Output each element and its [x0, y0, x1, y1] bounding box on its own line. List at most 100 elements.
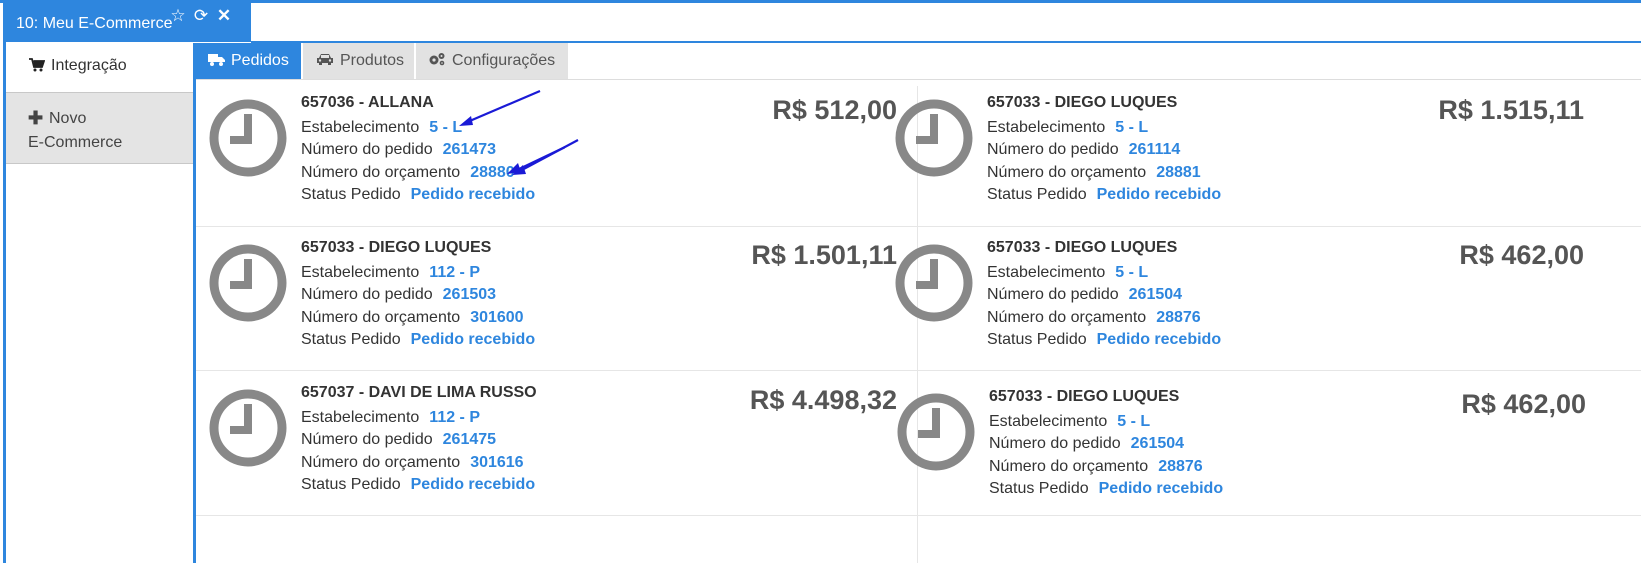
- order-numero-pedido: Número do pedido 261475: [301, 431, 496, 449]
- estabelecimento-value[interactable]: 5 - L: [1115, 119, 1148, 136]
- orcamento-value[interactable]: 28881: [1156, 164, 1201, 181]
- order-title: 657033 - DIEGO LUQUES: [987, 239, 1178, 256]
- field-label: Número do orçamento: [301, 309, 461, 326]
- order-status: Status Pedido Pedido recebido: [989, 480, 1223, 498]
- field-label: Status Pedido: [987, 186, 1087, 203]
- field-label: Status Pedido: [301, 331, 401, 348]
- order-card[interactable]: 657036 - ALLANA Estabelecimento 5 - L Núm…: [196, 80, 916, 230]
- orcamento-value[interactable]: 301616: [470, 454, 523, 471]
- estabelecimento-value[interactable]: 112 - P: [429, 409, 480, 426]
- order-numero-orcamento: Número do orçamento 301616: [301, 454, 524, 472]
- order-numero-pedido: Número do pedido 261503: [301, 286, 496, 304]
- car-icon: [316, 53, 334, 70]
- pedido-value[interactable]: 261504: [1129, 286, 1182, 303]
- order-title: 657037 - DAVI DE LIMA RUSSO: [301, 384, 537, 401]
- gears-icon: [428, 52, 446, 70]
- field-label: Estabelecimento: [987, 264, 1106, 281]
- estabelecimento-value[interactable]: 112 - P: [429, 264, 480, 281]
- field-label: Status Pedido: [301, 476, 401, 493]
- field-label: Número do pedido: [989, 435, 1121, 452]
- tab-label: Configurações: [452, 52, 556, 69]
- sidebar-item-label: E-Commerce: [28, 134, 123, 151]
- field-label: Número do orçamento: [989, 458, 1149, 475]
- tab-produtos[interactable]: Produtos: [303, 43, 414, 79]
- order-status: Status Pedido Pedido recebido: [301, 476, 535, 494]
- estabelecimento-value[interactable]: 5 - L: [1115, 264, 1148, 281]
- status-value[interactable]: Pedido recebido: [411, 186, 535, 203]
- order-estabelecimento: Estabelecimento 5 - L: [989, 413, 1150, 431]
- star-icon[interactable]: ☆: [168, 6, 188, 26]
- field-label: Número do orçamento: [301, 454, 461, 471]
- field-label: Número do pedido: [987, 141, 1119, 158]
- clock-icon: [209, 244, 287, 322]
- order-price: R$ 1.501,11: [751, 240, 897, 270]
- tab-bar: Pedidos Produtos Configurações: [196, 43, 1641, 80]
- field-label: Status Pedido: [989, 480, 1089, 497]
- orcamento-value[interactable]: 28880: [470, 164, 515, 181]
- pedido-value[interactable]: 261503: [443, 286, 496, 303]
- order-estabelecimento: Estabelecimento 112 - P: [301, 409, 480, 427]
- clock-icon: [897, 393, 975, 471]
- order-numero-pedido: Número do pedido 261504: [989, 435, 1184, 453]
- order-card[interactable]: 657033 - DIEGO LUQUES Estabelecimento 5 -…: [884, 374, 1604, 524]
- sidebar-item-novo-ecommerce[interactable]: ✚ Novo E-Commerce: [6, 92, 193, 164]
- order-price: R$ 4.498,32: [749, 385, 897, 415]
- order-numero-pedido: Número do pedido 261114: [987, 141, 1180, 159]
- close-icon[interactable]: ✕: [214, 6, 234, 26]
- order-numero-pedido: Número do pedido 261473: [301, 141, 496, 159]
- order-card[interactable]: 657033 - DIEGO LUQUES Estabelecimento 5 -…: [882, 225, 1602, 375]
- order-card[interactable]: 657033 - DIEGO LUQUES Estabelecimento 112…: [196, 225, 916, 375]
- order-status: Status Pedido Pedido recebido: [987, 186, 1221, 204]
- status-value[interactable]: Pedido recebido: [411, 476, 535, 493]
- cart-icon: [29, 58, 46, 76]
- field-label: Número do orçamento: [301, 164, 461, 181]
- pedido-value[interactable]: 261475: [443, 431, 496, 448]
- order-estabelecimento: Estabelecimento 112 - P: [301, 264, 480, 282]
- window-tab[interactable]: 10: Meu E-Commerce ☆ ⟳ ✕: [3, 3, 251, 42]
- field-label: Número do pedido: [987, 286, 1119, 303]
- field-label: Status Pedido: [987, 331, 1087, 348]
- order-card[interactable]: 657037 - DAVI DE LIMA RUSSO Estabelecime…: [196, 370, 916, 520]
- order-title: 657033 - DIEGO LUQUES: [301, 239, 492, 256]
- order-numero-pedido: Número do pedido 261504: [987, 286, 1182, 304]
- field-label: Estabelecimento: [987, 119, 1106, 136]
- order-estabelecimento: Estabelecimento 5 - L: [987, 119, 1148, 137]
- status-value[interactable]: Pedido recebido: [1099, 480, 1223, 497]
- estabelecimento-value[interactable]: 5 - L: [429, 119, 462, 136]
- tab-pedidos[interactable]: Pedidos: [196, 43, 301, 79]
- pedido-value[interactable]: 261473: [443, 141, 496, 158]
- field-label: Número do pedido: [301, 286, 433, 303]
- order-price: R$ 1.515,11: [1438, 95, 1584, 125]
- field-label: Estabelecimento: [301, 409, 420, 426]
- app-frame: 10: Meu E-Commerce ☆ ⟳ ✕ Integração ✚ No…: [0, 0, 1641, 563]
- order-status: Status Pedido Pedido recebido: [987, 331, 1221, 349]
- pedido-value[interactable]: 261504: [1131, 435, 1184, 452]
- orcamento-value[interactable]: 28876: [1158, 458, 1203, 475]
- orcamento-value[interactable]: 301600: [470, 309, 523, 326]
- field-label: Estabelecimento: [301, 264, 420, 281]
- order-price: R$ 462,00: [1461, 389, 1586, 419]
- order-title: 657033 - DIEGO LUQUES: [987, 94, 1178, 111]
- status-value[interactable]: Pedido recebido: [1097, 186, 1221, 203]
- sidebar-item-integracao[interactable]: Integração: [6, 43, 193, 91]
- pedido-value[interactable]: 261114: [1129, 141, 1181, 158]
- truck-icon: [208, 53, 225, 70]
- field-label: Estabelecimento: [301, 119, 420, 136]
- refresh-icon[interactable]: ⟳: [191, 6, 211, 26]
- estabelecimento-value[interactable]: 5 - L: [1117, 413, 1150, 430]
- status-value[interactable]: Pedido recebido: [411, 331, 535, 348]
- clock-icon: [895, 99, 973, 177]
- sidebar-item-label: Novo: [49, 110, 87, 127]
- order-numero-orcamento: Número do orçamento 28876: [987, 309, 1201, 327]
- status-value[interactable]: Pedido recebido: [1097, 331, 1221, 348]
- field-label: Número do orçamento: [987, 164, 1147, 181]
- field-label: Número do pedido: [301, 141, 433, 158]
- order-title: 657033 - DIEGO LUQUES: [989, 388, 1180, 405]
- orcamento-value[interactable]: 28876: [1156, 309, 1201, 326]
- tab-configuracoes[interactable]: Configurações: [416, 43, 568, 79]
- tab-label: Produtos: [340, 52, 405, 69]
- order-numero-orcamento: Número do orçamento 28876: [989, 458, 1203, 476]
- window-title: 10: Meu E-Commerce: [16, 15, 173, 32]
- clock-icon: [209, 99, 287, 177]
- order-card[interactable]: 657033 - DIEGO LUQUES Estabelecimento 5 -…: [882, 80, 1602, 230]
